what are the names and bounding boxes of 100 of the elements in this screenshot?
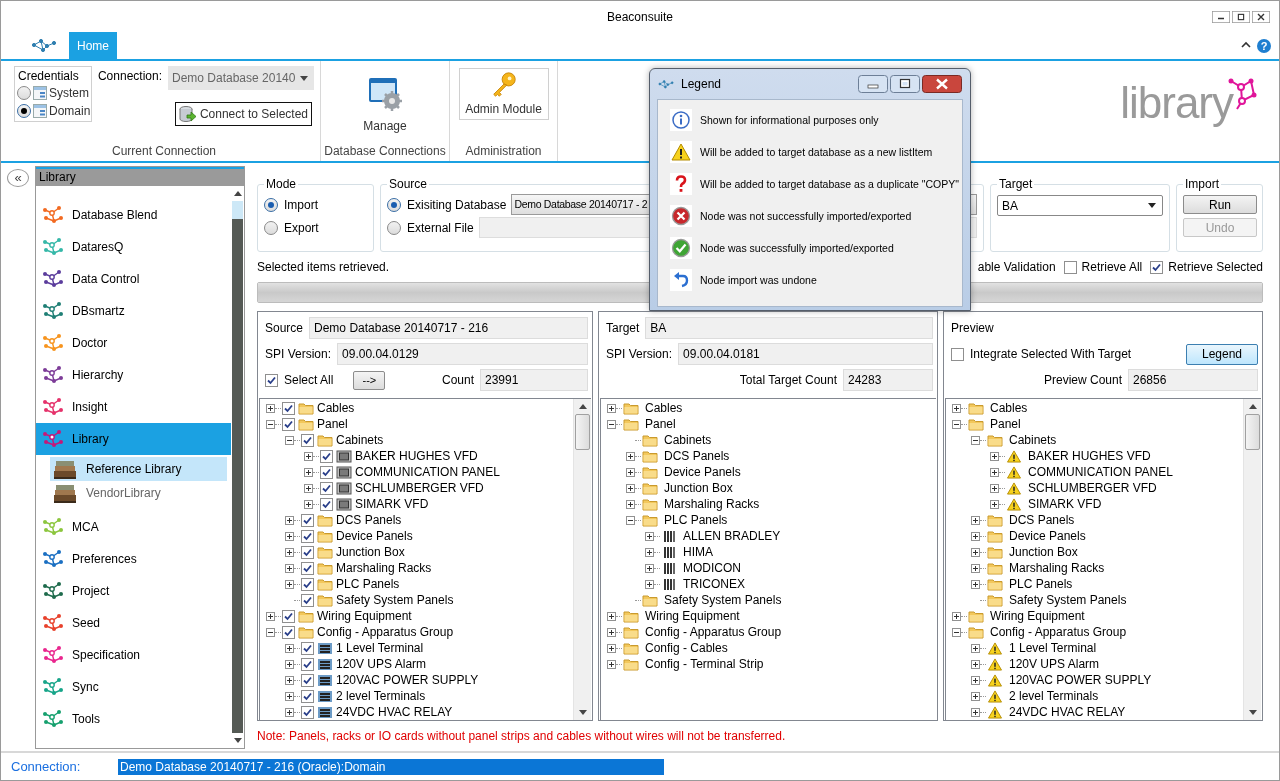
- sidebar-item[interactable]: Insight: [36, 391, 231, 423]
- expander-icon[interactable]: [626, 499, 635, 509]
- connect-button[interactable]: Connect to Selected: [174, 102, 312, 126]
- checkbox[interactable]: [301, 561, 314, 575]
- tree-item[interactable]: Cables: [645, 401, 683, 415]
- expander-icon[interactable]: [645, 547, 654, 557]
- sidebar-item[interactable]: Database Blend: [36, 199, 231, 231]
- expander-icon[interactable]: [971, 691, 980, 701]
- checkbox[interactable]: [301, 545, 314, 559]
- tree-item[interactable]: Config - Terminal Strip: [645, 657, 764, 671]
- tree-item[interactable]: Wiring Equipment: [317, 609, 412, 623]
- tree-item[interactable]: SIMARK VFD: [355, 497, 429, 511]
- tree-item[interactable]: BAKER HUGHES VFD: [355, 449, 478, 463]
- expander-icon[interactable]: [971, 643, 980, 653]
- checkbox[interactable]: [301, 641, 314, 655]
- tree-item[interactable]: 24VDC HVAC RELAY: [1009, 705, 1126, 719]
- radio-button[interactable]: [387, 197, 401, 212]
- radio-button[interactable]: [264, 220, 278, 235]
- tree-item[interactable]: Junction Box: [664, 481, 733, 495]
- expander-icon[interactable]: [971, 515, 980, 525]
- expander-icon[interactable]: [607, 627, 616, 637]
- tree-item[interactable]: 120VAC POWER SUPPLY: [336, 673, 479, 687]
- expander-icon[interactable]: [626, 515, 635, 525]
- target-dropdown[interactable]: BA: [997, 195, 1163, 216]
- checkbox[interactable]: [282, 401, 295, 415]
- tree-item[interactable]: COMMUNICATION PANEL: [1028, 465, 1173, 479]
- help-button[interactable]: ?: [1257, 39, 1271, 53]
- expander-icon[interactable]: [266, 419, 275, 429]
- collapse-button[interactable]: «: [7, 169, 29, 187]
- tree-item[interactable]: COMMUNICATION PANEL: [355, 465, 500, 479]
- expander-icon[interactable]: [266, 627, 275, 637]
- tree-item[interactable]: 1 Level Terminal: [336, 641, 424, 655]
- tree-item[interactable]: PLC Panels: [1009, 577, 1073, 591]
- expander-icon[interactable]: [285, 579, 294, 589]
- expander-icon[interactable]: [971, 547, 980, 557]
- sidebar-item[interactable]: DataresQ: [36, 231, 231, 263]
- expander-icon[interactable]: [626, 467, 635, 477]
- tree-item[interactable]: Device Panels: [1009, 529, 1086, 543]
- sidebar-item[interactable]: Preferences: [36, 543, 231, 575]
- sidebar-item[interactable]: Seed: [36, 607, 231, 639]
- checkbox[interactable]: [301, 657, 314, 671]
- checkbox[interactable]: [301, 673, 314, 687]
- tree-item[interactable]: Config - Apparatus Group: [990, 625, 1127, 639]
- radio-button[interactable]: [264, 197, 278, 212]
- tree-item[interactable]: DCS Panels: [1009, 513, 1075, 527]
- tree-item[interactable]: HIMA: [683, 545, 713, 559]
- expander-icon[interactable]: [285, 515, 294, 525]
- expander-icon[interactable]: [285, 707, 294, 717]
- sidebar-item[interactable]: Library: [36, 423, 231, 455]
- tree-item[interactable]: Cabinets: [664, 433, 712, 447]
- expander-icon[interactable]: [971, 579, 980, 589]
- sidebar-item[interactable]: Sync: [36, 671, 231, 703]
- expander-icon[interactable]: [971, 563, 980, 573]
- checkbox[interactable]: [320, 465, 333, 479]
- tree-item[interactable]: Wiring Equipment: [990, 609, 1085, 623]
- radio-button[interactable]: [17, 104, 31, 118]
- window-gear-icon[interactable]: [367, 75, 403, 111]
- tree-item[interactable]: MODICON: [683, 561, 741, 575]
- expander-icon[interactable]: [607, 643, 616, 653]
- tree-item[interactable]: Marshaling Racks: [336, 561, 432, 575]
- tree-item[interactable]: Cabinets: [1009, 433, 1057, 447]
- manage-button[interactable]: Manage: [363, 119, 407, 133]
- tree-item[interactable]: Safety System Panels: [1009, 593, 1127, 607]
- expander-icon[interactable]: [952, 419, 961, 429]
- tree-item[interactable]: Marshaling Racks: [664, 497, 760, 511]
- tree-item[interactable]: 2 level Terminals: [1009, 689, 1099, 703]
- tree-item[interactable]: Config - Cables: [645, 641, 728, 655]
- expander-icon[interactable]: [285, 691, 294, 701]
- expander-icon[interactable]: [971, 435, 980, 445]
- expander-icon[interactable]: [285, 435, 294, 445]
- checkbox[interactable]: [282, 625, 295, 639]
- tree-item[interactable]: ALLEN BRADLEY: [683, 529, 781, 543]
- tree-item[interactable]: 24VDC HVAC RELAY: [336, 705, 453, 719]
- expander-icon[interactable]: [645, 563, 654, 573]
- tree-item[interactable]: Config - Apparatus Group: [317, 625, 454, 639]
- tree-item[interactable]: PLC Panels: [336, 577, 400, 591]
- expander-icon[interactable]: [285, 659, 294, 669]
- sidebar-item[interactable]: MCA: [36, 511, 231, 543]
- expander-icon[interactable]: [626, 451, 635, 461]
- expander-icon[interactable]: [304, 499, 313, 509]
- tree-item[interactable]: 120V UPS Alarm: [1009, 657, 1100, 671]
- checkbox[interactable]: [301, 529, 314, 543]
- tree-item[interactable]: Config - Apparatus Group: [645, 625, 782, 639]
- expander-icon[interactable]: [990, 467, 999, 477]
- expander-icon[interactable]: [645, 531, 654, 541]
- sidebar-item[interactable]: DBsmartz: [36, 295, 231, 327]
- checkbox[interactable]: [301, 705, 314, 719]
- collapse-ribbon-icon[interactable]: [1241, 41, 1251, 49]
- radio-button[interactable]: [387, 220, 401, 235]
- sidebar-item[interactable]: Specification: [36, 639, 231, 671]
- expander-icon[interactable]: [285, 531, 294, 541]
- close-icon[interactable]: [1252, 9, 1270, 24]
- checkbox[interactable]: [301, 513, 314, 527]
- expander-icon[interactable]: [607, 403, 616, 413]
- expander-icon[interactable]: [607, 611, 616, 621]
- expander-icon[interactable]: [607, 419, 616, 429]
- expander-icon[interactable]: [645, 579, 654, 589]
- expander-icon[interactable]: [304, 451, 313, 461]
- expander-icon[interactable]: [990, 483, 999, 493]
- tree-item[interactable]: DCS Panels: [664, 449, 730, 463]
